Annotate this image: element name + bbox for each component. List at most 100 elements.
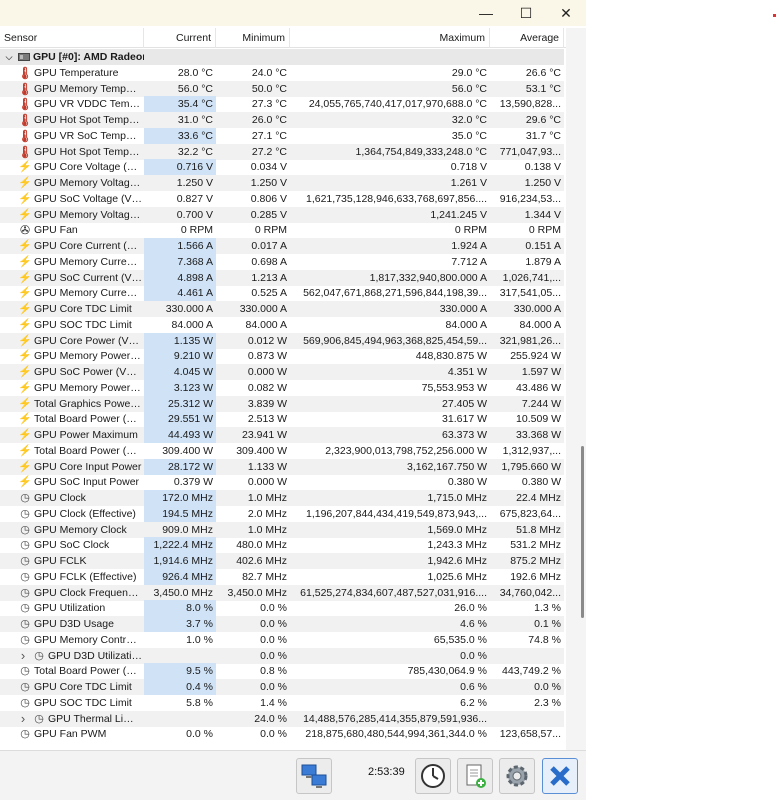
maximum-value: 0.6 % — [460, 681, 487, 693]
lightning-bolt-icon: ⚡ — [18, 177, 32, 189]
sensor-row[interactable]: ⚡GPU SoC Power (VDDCR_SOC)4.045 W 0.000 W… — [0, 364, 564, 380]
sensor-row[interactable]: 🌡GPU Hot Spot Temperature 31.0 °C 26.0 °C 3… — [0, 112, 564, 128]
sensor-row[interactable]: ◷ GPU Memory Controller Utilization 1.0 % 0… — [0, 632, 564, 648]
minimize-button[interactable]: — — [466, 0, 506, 26]
average-value: 0.1 % — [534, 618, 561, 630]
sensor-row[interactable]: ◷ GPU SoC Clock 1,222.4 MHz 480.0 MHz 1,243.… — [0, 537, 564, 554]
current-value: 194.5 MHz — [144, 505, 216, 522]
current-value: 33.6 °C — [144, 127, 216, 144]
sensor-row[interactable]: ◷ Total Board Power (TBP) 9.5 % 0.8 % 785,43… — [0, 663, 564, 680]
sensor-row[interactable]: ◷ GPU D3D Usage 3.7 % 0.0 % 4.6 % 0.1 % — [0, 616, 564, 632]
average-value: 0 RPM — [528, 224, 561, 237]
sensor-row[interactable]: 🌡GPU Memory Temperature 56.0 °C 50.0 °C 56.… — [0, 80, 564, 97]
title-bar: — ☐ ✕ — [0, 0, 586, 26]
sensor-row[interactable]: ⚡GPU Memory Voltage (VDDIO_MEM) 1.250 V 1.… — [0, 175, 564, 191]
minimum-value: 0.017 A — [251, 240, 287, 252]
sensor-row[interactable]: ◷ GPU FCLK 1,914.6 MHz 402.6 MHz 1,942.6 MHz… — [0, 553, 564, 569]
sensor-row[interactable]: ⚡GPU Memory Voltage (MVDD) 0.700 V 0.285 V… — [0, 206, 564, 223]
collapse-chevron-icon[interactable]: ⌵ — [3, 49, 15, 65]
close-window-button[interactable]: ✕ — [546, 0, 586, 26]
sensor-name-cell: ⚡GPU Memory Current (MVDD) — [0, 285, 144, 301]
current-value: 0.0 % — [186, 728, 213, 741]
sensor-row[interactable]: ◷ GPU Fan PWM 0.0 % 0.0 % 218,875,680,480,54… — [0, 726, 564, 742]
sensor-row[interactable]: ◷ GPU SOC TDC Limit 5.8 % 1.4 % 6.2 % 2.3 % — [0, 695, 564, 711]
maximize-button[interactable]: ☐ — [506, 0, 546, 26]
sensor-row[interactable]: ⚡GPU SoC Current (VDDCR_SOC)4.898 A 1.213… — [0, 269, 564, 286]
column-header-sensor[interactable]: Sensor — [0, 28, 144, 48]
sensor-row[interactable]: ✇ GPU Fan 0 RPM 0 RPM 0 RPM 0 RPM — [0, 222, 564, 238]
close-sensors-button[interactable] — [542, 758, 578, 794]
sensor-row[interactable]: ⚡GPU SoC Voltage (VDDCR_SOC) 0.827 V 0.806… — [0, 191, 564, 207]
column-header-minimum[interactable]: Minimum — [216, 28, 290, 48]
sensor-row[interactable]: ⚡Total Graphics Power (TGP)25.312 W 3.839… — [0, 395, 564, 412]
sensor-name-cell: ⚡ GPU Power Maximum — [0, 427, 144, 443]
thermometer-icon: 🌡 — [17, 113, 33, 127]
sensor-row[interactable]: ⚡Total Board Power (TBP) Limit 309.400 W 3… — [0, 443, 564, 459]
maximum-value: 1.924 A — [451, 240, 487, 252]
column-header-current[interactable]: Current — [144, 28, 216, 48]
sensor-row[interactable]: ◷ GPU FCLK (Effective) 926.4 MHz 82.7 MHz 1,… — [0, 568, 564, 585]
maximum-value: 84.000 A — [445, 318, 487, 331]
sensor-row[interactable]: ⚡ GPU Core Input Power 28.172 W 1.133 W 3,16… — [0, 458, 564, 475]
sensor-row[interactable]: ⚡GPU Memory Current (MVDD)4.461 A 0.525 A… — [0, 285, 564, 302]
minimum-value: 0.000 W — [247, 476, 287, 489]
lightning-bolt-icon: ⚡ — [18, 350, 32, 363]
sensor-row[interactable]: ◷ GPU Utilization 8.0 % 0.0 % 26.0 % 1.3 % — [0, 600, 564, 617]
maximum-value: 7.712 A — [451, 255, 487, 268]
sensor-row[interactable]: ◷ GPU Core TDC Limit 0.4 % 0.0 % 0.6 % 0.0 % — [0, 679, 564, 695]
maximum-value: 1,817,332,940,800.000 A — [369, 271, 487, 284]
sensor-row[interactable]: ⚡ Total Board Power (TBP) 29.551 W 2.513 W 3… — [0, 411, 564, 428]
sensor-label: GPU Memory Current (VDDIO_MEM) — [34, 255, 142, 268]
sensor-row[interactable]: ◷ GPU Clock Frequency Limit 3,450.0 MHz 3,4… — [0, 584, 564, 601]
sensor-name-cell: ⚡ GPU Core Input Power — [0, 459, 144, 475]
current-value: 1,914.6 MHz — [144, 553, 216, 569]
sensor-row[interactable]: ⚡ GPU Power Maximum 44.493 W 23.941 W 63.373… — [0, 427, 564, 443]
sensor-label: GPU Fan — [34, 224, 78, 237]
sensor-row[interactable]: 🌡GPU VR VDDC Temperature35.4 °C 27.3 °C 24… — [0, 96, 564, 113]
sensor-row[interactable]: ◷ GPU Clock 172.0 MHz 1.0 MHz 1,715.0 MHz 22.… — [0, 490, 564, 506]
column-header-average[interactable]: Average — [490, 28, 564, 48]
sensor-row[interactable]: ⚡ GPU SOC TDC Limit 84.000 A 84.000 A 84.000… — [0, 317, 564, 333]
sensor-group-row[interactable]: ⌵ GPU [#0]: AMD Radeon RX 7900 XT — [0, 49, 564, 65]
average-value: 1,312,937,... — [502, 444, 561, 457]
reset-clock-button[interactable] — [415, 758, 451, 794]
sensor-name-cell: ◷ GPU Clock Frequency Limit — [0, 585, 144, 601]
sensor-row[interactable]: ⚡GPU Core Current (VDDCR_GFX)1.566 A 0.01… — [0, 238, 564, 254]
expand-chevron-icon[interactable]: › — [17, 711, 29, 727]
sensor-row[interactable]: 🌡GPU VR SoC Temperature33.6 °C 27.1 °C 35.… — [0, 127, 564, 144]
sensor-row[interactable]: ⚡GPU Core Power (VDDCR_GFX)1.135 W 0.012 … — [0, 332, 564, 349]
average-value: 875.2 MHz — [510, 555, 561, 567]
minimum-value: 50.0 °C — [251, 82, 287, 95]
scrollbar-thumb[interactable] — [581, 446, 584, 618]
column-header-maximum[interactable]: Maximum — [290, 28, 490, 48]
sensor-subgroup-row[interactable]: › ◷ GPU D3D Utilizations 0.0 % 0.0 % — [0, 647, 564, 664]
lightning-bolt-icon: ⚡ — [18, 460, 32, 473]
network-button[interactable] — [296, 758, 332, 794]
settings-button[interactable] — [499, 758, 535, 794]
sensor-label: GPU SOC TDC Limit — [34, 318, 132, 331]
sensor-row[interactable]: ⚡GPU Core Voltage (VDDCR_GFX)0.716 V 0.03… — [0, 159, 564, 176]
sensor-name-cell: ◷ GPU Core TDC Limit — [0, 679, 144, 695]
sensor-label: Total Board Power (TBP) — [34, 665, 142, 678]
current-value: 3,450.0 MHz — [153, 586, 213, 599]
sensor-label: GPU Memory Voltage (MVDD) — [34, 208, 142, 221]
expand-chevron-icon[interactable]: › — [17, 648, 29, 664]
sensor-row[interactable]: ⚡GPU Memory Power (MVDD)3.123 W 0.082 W 75… — [0, 379, 564, 396]
sensor-row[interactable]: ⚡ GPU SoC Input Power 0.379 W 0.000 W 0.380 … — [0, 474, 564, 490]
sensor-name-cell: 🌡GPU VR VDDC Temperature — [0, 96, 144, 112]
log-file-button[interactable] — [457, 758, 493, 794]
sensor-name-cell: ◷ GPU Memory Clock — [0, 522, 144, 538]
sensor-name-cell: ⚡ GPU SoC Input Power — [0, 474, 144, 490]
hwinfo-sensors-window: — ☐ ✕ Sensor Current Minimum Maximum Ave… — [0, 0, 586, 800]
sensor-row[interactable]: ⚡GPU Memory Current (VDDIO_MEM)7.368 A 0.… — [0, 253, 564, 270]
sensor-row[interactable]: ⚡GPU Memory Power (VDDIO_MEM)9.210 W 0.87… — [0, 348, 564, 365]
sensor-row[interactable]: 🌡GPU Hot Spot Temperature 32.2 °C 27.2 °C 1… — [0, 143, 564, 160]
current-value — [144, 711, 216, 727]
gpu-card-icon — [17, 49, 31, 65]
sensor-subgroup-row[interactable]: › ◷ GPU Thermal Limits 24.0 % 14,488,576,285… — [0, 710, 564, 727]
sensor-row[interactable]: 🌡 GPU Temperature 28.0 °C 24.0 °C 29.0 °C 26.… — [0, 65, 564, 81]
vertical-scrollbar[interactable] — [566, 28, 586, 750]
sensor-row[interactable]: ⚡ GPU Core TDC Limit 330.000 A 330.000 A 330… — [0, 301, 564, 317]
sensor-row[interactable]: ◷ GPU Memory Clock 909.0 MHz 1.0 MHz 1,569.0… — [0, 521, 564, 538]
sensor-row[interactable]: ◷ GPU Clock (Effective) 194.5 MHz 2.0 MHz 1,… — [0, 505, 564, 522]
